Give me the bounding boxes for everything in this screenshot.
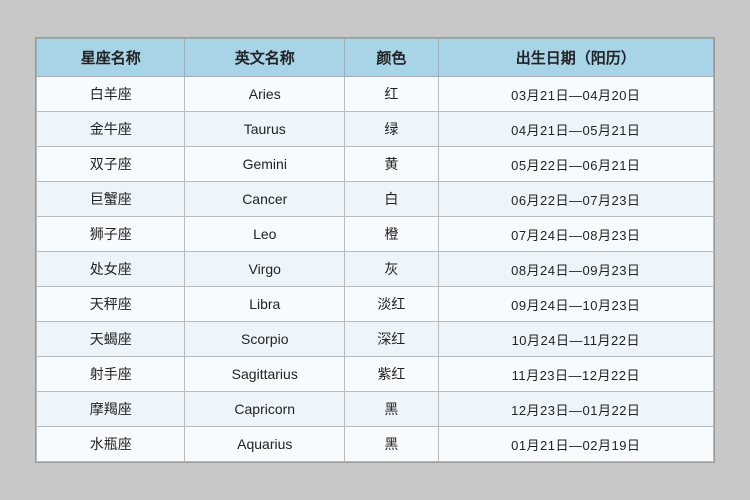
cell-color: 橙 xyxy=(345,217,438,252)
zodiac-table: 星座名称 英文名称 颜色 出生日期（阳历） 白羊座Aries红03月21日—04… xyxy=(36,38,714,462)
cell-english-name: Cancer xyxy=(185,182,345,217)
header-english-name: 英文名称 xyxy=(185,39,345,77)
cell-chinese-name: 双子座 xyxy=(37,147,185,182)
table-row: 白羊座Aries红03月21日—04月20日 xyxy=(37,77,714,112)
cell-color: 白 xyxy=(345,182,438,217)
cell-color: 黑 xyxy=(345,427,438,462)
cell-dates: 12月23日—01月22日 xyxy=(438,392,713,427)
cell-dates: 08月24日—09月23日 xyxy=(438,252,713,287)
cell-dates: 09月24日—10月23日 xyxy=(438,287,713,322)
table-row: 射手座Sagittarius紫红11月23日—12月22日 xyxy=(37,357,714,392)
header-dates: 出生日期（阳历） xyxy=(438,39,713,77)
cell-color: 红 xyxy=(345,77,438,112)
cell-chinese-name: 白羊座 xyxy=(37,77,185,112)
cell-dates: 11月23日—12月22日 xyxy=(438,357,713,392)
cell-english-name: Capricorn xyxy=(185,392,345,427)
cell-english-name: Sagittarius xyxy=(185,357,345,392)
table-row: 水瓶座Aquarius黑01月21日—02月19日 xyxy=(37,427,714,462)
cell-english-name: Libra xyxy=(185,287,345,322)
table-row: 摩羯座Capricorn黑12月23日—01月22日 xyxy=(37,392,714,427)
table-row: 天秤座Libra淡红09月24日—10月23日 xyxy=(37,287,714,322)
table-row: 巨蟹座Cancer白06月22日—07月23日 xyxy=(37,182,714,217)
cell-dates: 03月21日—04月20日 xyxy=(438,77,713,112)
cell-color: 黄 xyxy=(345,147,438,182)
cell-color: 黑 xyxy=(345,392,438,427)
cell-dates: 01月21日—02月19日 xyxy=(438,427,713,462)
cell-color: 绿 xyxy=(345,112,438,147)
header-chinese-name: 星座名称 xyxy=(37,39,185,77)
cell-english-name: Virgo xyxy=(185,252,345,287)
cell-chinese-name: 巨蟹座 xyxy=(37,182,185,217)
table-row: 处女座Virgo灰08月24日—09月23日 xyxy=(37,252,714,287)
cell-dates: 07月24日—08月23日 xyxy=(438,217,713,252)
cell-chinese-name: 摩羯座 xyxy=(37,392,185,427)
cell-color: 淡红 xyxy=(345,287,438,322)
table-header-row: 星座名称 英文名称 颜色 出生日期（阳历） xyxy=(37,39,714,77)
cell-color: 深红 xyxy=(345,322,438,357)
table-body: 白羊座Aries红03月21日—04月20日金牛座Taurus绿04月21日—0… xyxy=(37,77,714,462)
cell-dates: 05月22日—06月21日 xyxy=(438,147,713,182)
cell-dates: 06月22日—07月23日 xyxy=(438,182,713,217)
cell-english-name: Gemini xyxy=(185,147,345,182)
cell-chinese-name: 狮子座 xyxy=(37,217,185,252)
header-color: 颜色 xyxy=(345,39,438,77)
cell-english-name: Leo xyxy=(185,217,345,252)
table-row: 双子座Gemini黄05月22日—06月21日 xyxy=(37,147,714,182)
cell-english-name: Scorpio xyxy=(185,322,345,357)
cell-chinese-name: 射手座 xyxy=(37,357,185,392)
table-row: 金牛座Taurus绿04月21日—05月21日 xyxy=(37,112,714,147)
cell-color: 紫红 xyxy=(345,357,438,392)
cell-english-name: Taurus xyxy=(185,112,345,147)
cell-color: 灰 xyxy=(345,252,438,287)
table-row: 狮子座Leo橙07月24日—08月23日 xyxy=(37,217,714,252)
cell-chinese-name: 金牛座 xyxy=(37,112,185,147)
cell-chinese-name: 天蝎座 xyxy=(37,322,185,357)
cell-english-name: Aquarius xyxy=(185,427,345,462)
zodiac-table-container: 星座名称 英文名称 颜色 出生日期（阳历） 白羊座Aries红03月21日—04… xyxy=(35,37,715,463)
cell-chinese-name: 天秤座 xyxy=(37,287,185,322)
cell-dates: 04月21日—05月21日 xyxy=(438,112,713,147)
table-row: 天蝎座Scorpio深红10月24日—11月22日 xyxy=(37,322,714,357)
cell-chinese-name: 处女座 xyxy=(37,252,185,287)
cell-dates: 10月24日—11月22日 xyxy=(438,322,713,357)
cell-english-name: Aries xyxy=(185,77,345,112)
cell-chinese-name: 水瓶座 xyxy=(37,427,185,462)
